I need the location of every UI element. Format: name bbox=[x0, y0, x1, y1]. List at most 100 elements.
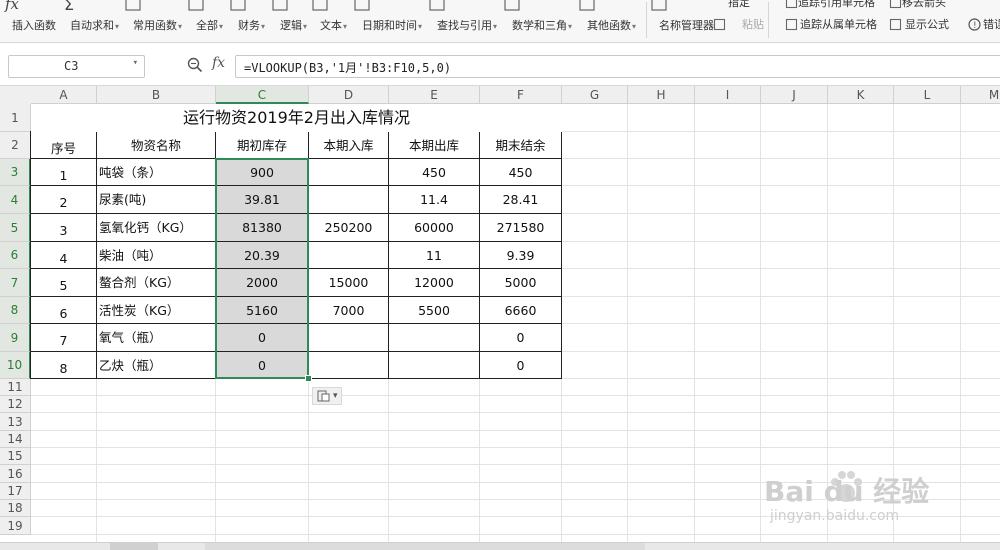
data-cell[interactable]: 15000 bbox=[309, 269, 389, 297]
row-header-2[interactable]: 2 bbox=[0, 132, 31, 159]
data-cell[interactable]: 6660 bbox=[480, 297, 562, 324]
data-cell[interactable]: 12000 bbox=[389, 269, 480, 297]
chevron-down-icon[interactable]: ▾ bbox=[133, 58, 138, 68]
row-header-19[interactable]: 19 bbox=[0, 517, 31, 535]
data-cell[interactable]: 柴油（吨） bbox=[97, 242, 216, 269]
data-cell[interactable]: 尿素(吨) bbox=[97, 186, 216, 214]
data-cell[interactable]: 0 bbox=[216, 352, 309, 379]
row-header-1[interactable]: 1 bbox=[0, 104, 31, 132]
formula-input[interactable]: =VLOOKUP(B3,'1月'!B3:F10,5,0) bbox=[235, 55, 1000, 78]
column-header-a[interactable]: A bbox=[31, 86, 97, 104]
data-cell[interactable]: 271580 bbox=[480, 214, 562, 242]
data-cell[interactable]: 7 bbox=[31, 324, 97, 352]
row-header-4[interactable]: 4 bbox=[0, 186, 31, 214]
sheet-title[interactable]: 运行物资2019年2月出入库情况 bbox=[31, 104, 562, 132]
row-header-9[interactable]: 9 bbox=[0, 324, 31, 352]
zoom-icon[interactable] bbox=[186, 56, 204, 74]
column-header-b[interactable]: B bbox=[97, 86, 216, 104]
data-cell[interactable]: 20.39 bbox=[216, 242, 309, 269]
row-header-8[interactable]: 8 bbox=[0, 297, 31, 324]
data-cell[interactable]: 0 bbox=[480, 324, 562, 352]
row-header-18[interactable]: 18 bbox=[0, 500, 31, 517]
column-header-i[interactable]: I bbox=[695, 86, 761, 104]
data-cell[interactable]: 氧气（瓶） bbox=[97, 324, 216, 352]
data-cell[interactable]: 39.81 bbox=[216, 186, 309, 214]
data-cell[interactable]: 乙炔（瓶） bbox=[97, 352, 216, 379]
row-header-10[interactable]: 10 bbox=[0, 352, 31, 379]
data-cell[interactable]: 1 bbox=[31, 159, 97, 186]
data-cell[interactable]: 吨袋（条） bbox=[97, 159, 216, 186]
data-cell[interactable]: 螯合剂（KG） bbox=[97, 269, 216, 297]
data-cell[interactable]: 4 bbox=[31, 242, 97, 269]
data-cell[interactable] bbox=[309, 352, 389, 379]
data-cell[interactable]: 9.39 bbox=[480, 242, 562, 269]
data-cell[interactable] bbox=[309, 186, 389, 214]
remove-arrows-button[interactable]: 移去箭头 bbox=[902, 0, 946, 10]
header-cell[interactable]: 本期出库 bbox=[389, 132, 480, 159]
row-header-6[interactable]: 6 bbox=[0, 242, 31, 269]
data-cell[interactable]: 0 bbox=[480, 352, 562, 379]
data-cell[interactable] bbox=[309, 242, 389, 269]
column-header-j[interactable]: J bbox=[761, 86, 828, 104]
row-header-5[interactable]: 5 bbox=[0, 214, 31, 242]
data-cell[interactable]: 2000 bbox=[216, 269, 309, 297]
data-cell[interactable]: 氢氧化钙（KG） bbox=[97, 214, 216, 242]
column-header-m[interactable]: M bbox=[961, 86, 1000, 104]
data-cell[interactable]: 900 bbox=[216, 159, 309, 186]
column-header-f[interactable]: F bbox=[480, 86, 562, 104]
row-header-14[interactable]: 14 bbox=[0, 431, 31, 448]
column-header-d[interactable]: D bbox=[309, 86, 389, 104]
data-cell[interactable]: 6 bbox=[31, 297, 97, 324]
data-cell[interactable]: 11 bbox=[389, 242, 480, 269]
data-cell[interactable]: 60000 bbox=[389, 214, 480, 242]
data-cell[interactable]: 5500 bbox=[389, 297, 480, 324]
data-cell[interactable]: 8 bbox=[31, 352, 97, 379]
header-cell[interactable]: 序号 bbox=[31, 132, 97, 159]
trace-precedents-button[interactable]: 追踪引用单元格 bbox=[798, 0, 875, 10]
row-header-16[interactable]: 16 bbox=[0, 465, 31, 483]
column-header-k[interactable]: K bbox=[828, 86, 894, 104]
data-cell[interactable]: 3 bbox=[31, 214, 97, 242]
header-cell[interactable]: 本期入库 bbox=[309, 132, 389, 159]
row-header-17[interactable]: 17 bbox=[0, 483, 31, 500]
row-header-3[interactable]: 3 bbox=[0, 159, 31, 186]
row-header-13[interactable]: 13 bbox=[0, 413, 31, 431]
data-cell[interactable] bbox=[309, 159, 389, 186]
data-cell[interactable]: 81380 bbox=[216, 214, 309, 242]
data-cell[interactable]: 5 bbox=[31, 269, 97, 297]
row-header-11[interactable]: 11 bbox=[0, 379, 31, 396]
data-cell[interactable]: 5000 bbox=[480, 269, 562, 297]
data-cell[interactable]: 0 bbox=[216, 324, 309, 352]
header-cell[interactable]: 期末结余 bbox=[480, 132, 562, 159]
header-cell[interactable]: 物资名称 bbox=[97, 132, 216, 159]
data-cell[interactable]: 450 bbox=[480, 159, 562, 186]
data-cell[interactable]: 28.41 bbox=[480, 186, 562, 214]
data-cell[interactable]: 活性炭（KG） bbox=[97, 297, 216, 324]
column-header-l[interactable]: L bbox=[894, 86, 961, 104]
data-cell[interactable] bbox=[309, 324, 389, 352]
paste-options-button[interactable]: ▾ bbox=[312, 387, 342, 405]
column-header-e[interactable]: E bbox=[389, 86, 480, 104]
column-header-c[interactable]: C bbox=[216, 86, 309, 104]
data-cell[interactable]: 11.4 bbox=[389, 186, 480, 214]
data-cell[interactable] bbox=[389, 352, 480, 379]
error-check-button[interactable]: 错误 bbox=[983, 16, 1000, 32]
data-cell[interactable]: 250200 bbox=[309, 214, 389, 242]
show-formulas-button[interactable]: 显示公式 bbox=[905, 16, 949, 32]
row-header-12[interactable]: 12 bbox=[0, 396, 31, 413]
specify-button[interactable]: 指定 bbox=[728, 0, 750, 10]
trace-dependents-button[interactable]: 追踪从属单元格 bbox=[800, 16, 877, 32]
header-cell[interactable]: 期初库存 bbox=[216, 132, 309, 159]
paste-button[interactable]: 粘贴 bbox=[742, 16, 764, 32]
row-header-15[interactable]: 15 bbox=[0, 448, 31, 465]
fill-handle[interactable] bbox=[305, 375, 312, 382]
select-all-corner[interactable] bbox=[0, 86, 32, 105]
row-header-7[interactable]: 7 bbox=[0, 269, 31, 297]
data-cell[interactable]: 5160 bbox=[216, 297, 309, 324]
data-cell[interactable]: 2 bbox=[31, 186, 97, 214]
data-cell[interactable]: 7000 bbox=[309, 297, 389, 324]
name-box[interactable]: C3 ▾ bbox=[8, 55, 145, 78]
fx-icon[interactable]: fx bbox=[212, 55, 225, 71]
data-cell[interactable] bbox=[389, 324, 480, 352]
data-cell[interactable]: 450 bbox=[389, 159, 480, 186]
